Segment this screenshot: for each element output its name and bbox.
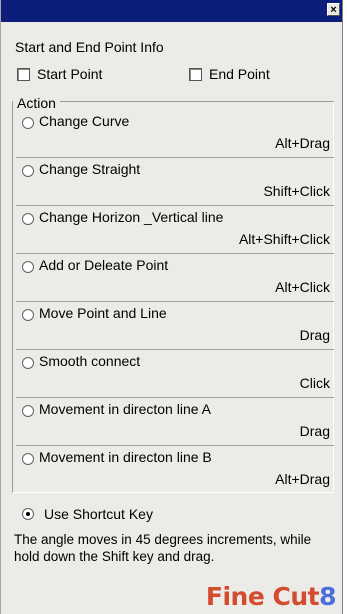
action-label: Movement in directon line A (39, 401, 211, 417)
shortcut-label: Alt+Drag (275, 471, 330, 487)
shortcut-label: Drag (299, 327, 330, 343)
action-movement-line-a[interactable]: Movement in directon line A Drag (16, 398, 334, 446)
start-point-checkbox[interactable]: Start Point (17, 66, 102, 82)
radio-button[interactable] (22, 405, 34, 417)
action-label: Movement in directon line B (39, 449, 212, 465)
start-point-label: Start Point (37, 66, 103, 82)
shortcut-label: Click (299, 375, 330, 391)
shape-action-panel: × Start and End Point Info Start Point E… (0, 0, 343, 614)
action-label: Smooth connect (39, 353, 141, 369)
radio-button[interactable] (22, 213, 34, 225)
radio-button[interactable] (22, 165, 34, 177)
action-move-point-line[interactable]: Move Point and Line Drag (16, 302, 334, 350)
title-bar[interactable]: × (1, 0, 342, 22)
action-label: Change Horizon _Vertical line (39, 209, 224, 225)
use-shortcut-key-radio[interactable]: Use Shortcut Key (22, 506, 153, 522)
radio-button[interactable] (22, 261, 34, 273)
action-label: Change Straight (39, 161, 141, 177)
info-section-title: Start and End Point Info (15, 39, 164, 55)
action-label: Move Point and Line (39, 305, 167, 321)
action-label: Change Curve (39, 113, 130, 129)
action-change-straight[interactable]: Change Straight Shift+Click (16, 158, 334, 206)
action-movement-line-b[interactable]: Movement in directon line B Alt+Drag (16, 446, 334, 494)
shortcut-note: The angle moves in 45 degrees increments… (14, 532, 312, 564)
action-legend: Action (13, 95, 60, 111)
radio-button[interactable] (22, 357, 34, 369)
action-add-delete-point[interactable]: Add or Deleate Point Alt+Click (16, 254, 334, 302)
radio-button[interactable] (22, 309, 34, 321)
shortcut-label: Alt+Shift+Click (238, 231, 330, 247)
shortcut-label: Shift+Click (263, 183, 330, 199)
action-change-curve[interactable]: Change Curve Alt+Drag (16, 110, 334, 158)
action-smooth-connect[interactable]: Smooth connect Click (16, 350, 334, 398)
end-point-label: End Point (209, 66, 270, 82)
use-shortcut-key-label: Use Shortcut Key (44, 506, 153, 522)
checkbox-box[interactable] (189, 67, 202, 81)
radio-button-selected[interactable] (22, 508, 34, 520)
close-button[interactable]: × (327, 3, 340, 16)
end-point-checkbox[interactable]: End Point (189, 66, 270, 82)
fine-cut-logo: Fine Cut8 (205, 582, 337, 611)
action-change-horizon-vertical[interactable]: Change Horizon _Vertical line Alt+Shift+… (16, 206, 334, 254)
action-label: Add or Deleate Point (39, 257, 169, 273)
logo-number: 8 (319, 582, 336, 611)
checkbox-box[interactable] (17, 67, 30, 81)
shortcut-label: Alt+Drag (275, 135, 330, 151)
radio-button[interactable] (22, 117, 34, 129)
shortcut-label: Drag (299, 423, 330, 439)
shortcut-label: Alt+Click (275, 279, 330, 295)
logo-text: Fine Cut (205, 582, 320, 611)
radio-button[interactable] (22, 453, 34, 465)
